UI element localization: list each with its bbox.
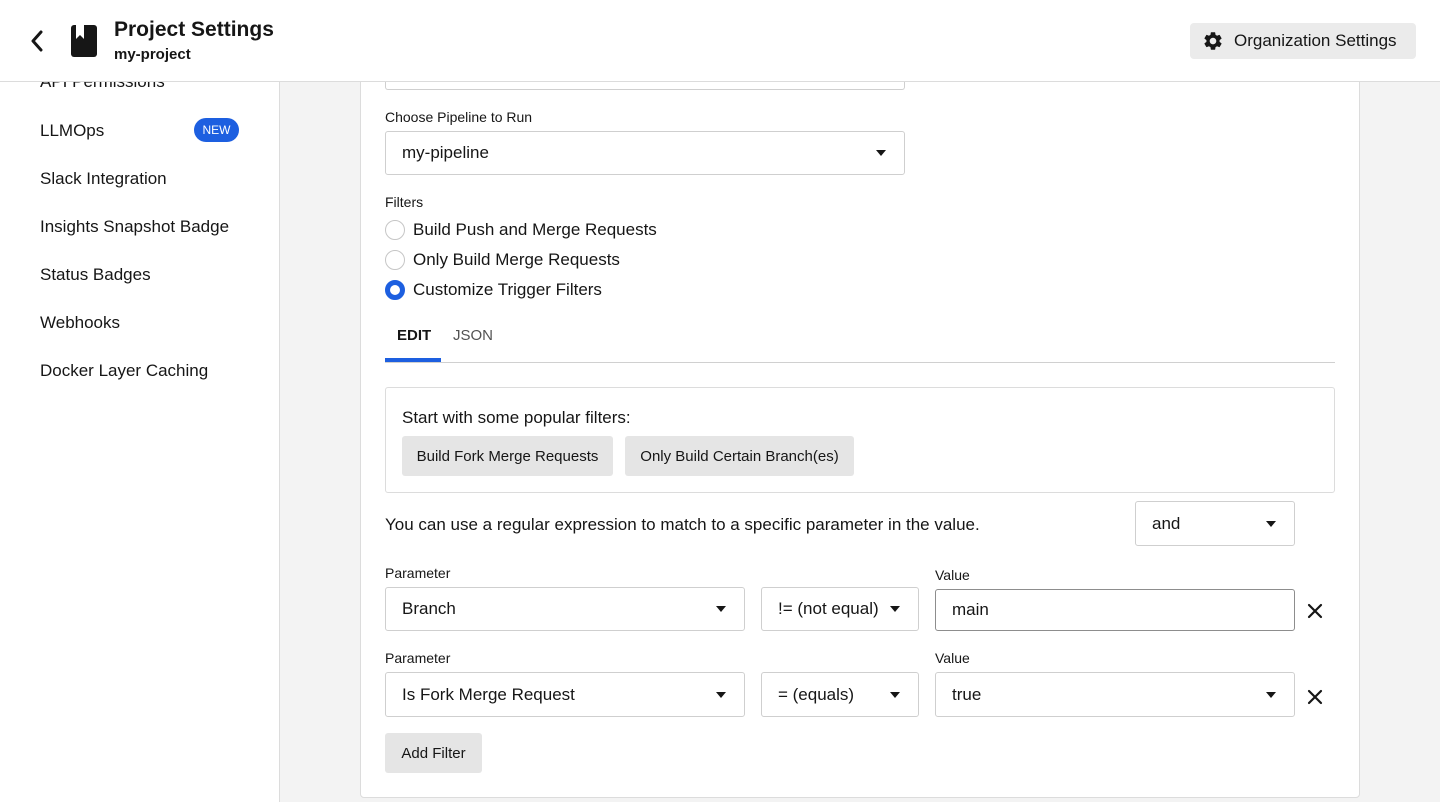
new-badge: NEW: [194, 118, 239, 142]
organization-settings-label: Organization Settings: [1234, 31, 1397, 50]
value-select[interactable]: true: [935, 672, 1295, 717]
caret-down-icon: [716, 606, 726, 612]
book-icon: [70, 24, 98, 58]
caret-down-icon: [890, 691, 900, 698]
sidebar: API Permissions LLMOps NEW Slack Integra…: [0, 82, 280, 802]
page-title: Project Settings: [114, 18, 274, 41]
caret-down-icon: [890, 606, 900, 612]
value-label: Value: [935, 567, 970, 583]
caret-down-icon: [716, 691, 726, 698]
value-label: Value: [935, 650, 970, 666]
radio-label: Only Build Merge Requests: [413, 250, 620, 269]
caret-down-icon: [1266, 691, 1276, 698]
parameter-select[interactable]: Branch: [385, 587, 745, 631]
sidebar-item-llmops[interactable]: LLMOps: [40, 121, 104, 141]
sidebar-item-insights-snapshot-badge[interactable]: Insights Snapshot Badge: [40, 217, 229, 237]
radio-circle-icon: [385, 220, 405, 240]
pipeline-select-value: my-pipeline: [402, 143, 489, 162]
parameter-select[interactable]: Is Fork Merge Request: [385, 672, 745, 717]
radio-only-build-merge[interactable]: Only Build Merge Requests: [385, 250, 620, 270]
radio-checked-icon: [385, 280, 405, 300]
tab-json[interactable]: JSON: [453, 327, 493, 344]
gear-icon: [1204, 32, 1222, 50]
tab-divider: [385, 362, 1335, 363]
project-name: my-project: [114, 46, 191, 63]
pipeline-label: Choose Pipeline to Run: [385, 109, 533, 125]
regex-hint: You can use a regular expression to matc…: [385, 515, 980, 534]
operator-select-value: != (not equal): [778, 599, 879, 618]
radio-label: Customize Trigger Filters: [413, 280, 602, 299]
operator-select-value: = (equals): [778, 684, 855, 704]
sidebar-item-slack-integration[interactable]: Slack Integration: [40, 169, 167, 189]
radio-circle-icon: [385, 250, 405, 270]
add-filter-button[interactable]: Add Filter: [385, 733, 482, 773]
radio-customize-trigger-filters[interactable]: Customize Trigger Filters: [385, 280, 602, 300]
logic-operator-value: and: [1152, 513, 1181, 533]
caret-down-icon: [1266, 520, 1276, 527]
value-select-value: true: [952, 684, 982, 704]
sidebar-item-docker-layer-caching[interactable]: Docker Layer Caching: [40, 361, 208, 381]
radio-label: Build Push and Merge Requests: [413, 220, 657, 239]
operator-select[interactable]: != (not equal): [761, 587, 919, 631]
close-icon: [1307, 603, 1323, 619]
chevron-left-icon: [31, 30, 43, 52]
popular-filters-title: Start with some popular filters:: [402, 408, 631, 427]
caret-down-icon: [876, 150, 886, 156]
organization-settings-button[interactable]: Organization Settings: [1190, 23, 1416, 59]
sidebar-item-status-badges[interactable]: Status Badges: [40, 265, 151, 285]
close-icon: [1307, 689, 1323, 705]
parameter-select-value: Is Fork Merge Request: [402, 684, 575, 704]
value-input[interactable]: [935, 589, 1295, 631]
tab-edit[interactable]: EDIT: [397, 327, 431, 344]
pipeline-select[interactable]: my-pipeline: [385, 131, 905, 175]
popular-filters-box: Start with some popular filters: Build F…: [385, 387, 1335, 493]
parameter-label: Parameter: [385, 650, 451, 666]
sidebar-item-webhooks[interactable]: Webhooks: [40, 313, 120, 333]
remove-filter-button[interactable]: [1305, 601, 1325, 621]
sidebar-item-api-permissions[interactable]: API Permissions: [40, 82, 165, 92]
filters-label: Filters: [385, 194, 424, 210]
back-button[interactable]: [24, 26, 50, 56]
only-build-certain-branches-button[interactable]: Only Build Certain Branch(es): [625, 436, 854, 476]
remove-filter-button[interactable]: [1305, 687, 1325, 707]
logic-operator-select[interactable]: and: [1135, 501, 1295, 546]
operator-select[interactable]: = (equals): [761, 672, 919, 717]
app-header: Project Settings my-project Organization…: [0, 0, 1440, 82]
build-fork-merge-requests-button[interactable]: Build Fork Merge Requests: [402, 436, 613, 476]
active-tab-indicator: [385, 358, 441, 362]
radio-build-push-and-merge[interactable]: Build Push and Merge Requests: [385, 220, 657, 240]
parameter-select-value: Branch: [402, 599, 456, 618]
parameter-label: Parameter: [385, 565, 451, 581]
